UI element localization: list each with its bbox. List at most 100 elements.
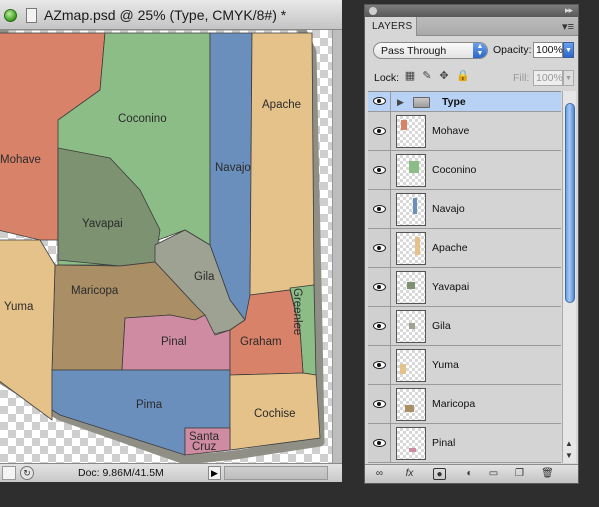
blend-mode-stepper-icon[interactable]: ▲ ▼ [473,43,487,58]
label-santa-cruz-line2: Cruz [192,441,217,453]
lock-all-icon[interactable]: 🔒 [456,70,470,82]
thumbnail-shape [407,282,415,289]
tab-layers[interactable]: LAYERS [365,17,417,36]
visibility-toggle[interactable] [368,424,391,462]
layer-thumbnail[interactable] [396,310,426,343]
layer-row-yavapai[interactable]: Yavapai [368,268,561,307]
document-canvas[interactable]: Mohave Coconino Navajo Apache Yavapai Gi… [0,30,342,463]
layer-row-coconino[interactable]: Coconino [368,151,561,190]
layer-thumbnail[interactable] [396,232,426,265]
panel-title-bar[interactable]: ▸▸ [365,5,578,17]
layer-name: Yuma [432,359,459,371]
scroll-up-icon[interactable]: ▲ [565,439,573,448]
opacity-dropdown-icon[interactable]: ▼ [563,42,574,58]
layer-row-gila[interactable]: Gila [368,307,561,346]
panel-tab-bar: LAYERS ▾≡ [365,17,578,36]
eye-icon [373,400,386,408]
eye-icon [373,322,386,330]
label-maricopa: Maricopa [71,285,119,297]
zoom-level-field[interactable] [2,466,16,480]
document-vertical-scrollbar[interactable] [332,30,342,463]
document-horizontal-scrollbar[interactable] [224,466,328,480]
visibility-toggle[interactable] [368,229,391,267]
blend-mode-value: Pass Through [381,45,447,57]
new-group-icon[interactable]: ▭ [487,468,500,480]
layer-row-maricopa[interactable]: Maricopa [368,385,561,424]
link-icon[interactable]: ∞ [373,468,386,480]
layer-thumbnail[interactable] [396,349,426,382]
layer-row-apache[interactable]: Apache [368,229,561,268]
label-yavapai: Yavapai [82,218,123,230]
visibility-toggle[interactable] [368,92,391,111]
blend-mode-select[interactable]: Pass Through ▲ ▼ [373,42,488,59]
fill-input[interactable]: 100% [533,70,563,86]
scrollbar-thumb[interactable] [565,103,575,303]
label-pima: Pima [136,399,163,411]
thumbnail-shape [401,120,407,130]
layer-name: Yavapai [432,281,470,293]
panel-collapse-icon[interactable]: ▸▸ [565,5,573,16]
layer-row-yuma[interactable]: Yuma [368,346,561,385]
lock-image-pixels-icon[interactable]: ✎ [421,70,433,82]
expand-triangle-icon[interactable]: ▶ [397,97,404,108]
layer-name: Maricopa [432,398,476,410]
layer-thumbnail[interactable] [396,193,426,226]
lock-position-icon[interactable]: ✥ [438,70,450,82]
status-info-icon[interactable]: ↻ [20,466,34,480]
document-status-bar: ↻ Doc: 9.86M/41.5M ▶ [0,463,342,482]
adjustment-icon[interactable]: ◐ [463,468,476,480]
eye-icon [373,166,386,174]
county-apache [249,32,315,296]
label-graham: Graham [240,336,282,348]
visibility-toggle[interactable] [368,346,391,384]
label-gila: Gila [194,271,215,283]
visibility-toggle[interactable] [368,385,391,423]
thumbnail-shape [413,198,417,214]
layer-row-mohave[interactable]: Mohave [368,112,561,151]
visibility-toggle[interactable] [368,112,391,150]
lock-transparent-pixels-icon[interactable]: ▦ [404,70,416,82]
eye-icon [373,361,386,369]
visibility-toggle[interactable] [368,307,391,345]
layer-thumbnail[interactable] [396,271,426,304]
eye-icon [373,205,386,213]
label-yuma: Yuma [4,301,34,313]
lock-label: Lock: [374,72,400,84]
panel-menu-icon[interactable]: ▾≡ [562,20,574,33]
layer-thumbnail[interactable] [396,427,426,460]
trash-icon[interactable]: 🗑 [541,468,554,480]
panel-close-icon[interactable] [369,7,377,15]
document-title: AZmap.psd @ 25% (Type, CMYK/8#) * [44,7,287,23]
eye-icon [373,244,386,252]
visibility-toggle[interactable] [368,151,391,189]
label-pinal: Pinal [161,336,187,348]
label-mohave: Mohave [0,154,41,166]
fx-icon[interactable]: fx [403,468,416,480]
visibility-toggle[interactable] [368,268,391,306]
layers-scrollbar[interactable]: ▲ ▼ [562,91,576,463]
layer-name: Gila [432,320,451,332]
layer-thumbnail[interactable] [396,388,426,421]
eye-icon [373,127,386,135]
new-layer-icon[interactable]: ❐ [513,468,526,480]
layers-list: ▶ Type Mohave Coconino Navajo Apache Yavapai… [368,91,561,463]
layer-row-pinal[interactable]: Pinal [368,424,561,463]
layer-thumbnail[interactable] [396,154,426,187]
fill-dropdown-icon[interactable]: ▼ [563,70,574,86]
visibility-toggle[interactable] [368,190,391,228]
layer-row-navajo[interactable]: Navajo [368,190,561,229]
scroll-down-icon[interactable]: ▼ [565,451,573,460]
layer-name: Mohave [432,125,470,137]
label-coconino: Coconino [118,113,167,125]
document-titlebar[interactable]: AZmap.psd @ 25% (Type, CMYK/8#) * [0,0,342,30]
layer-name: Coconino [432,164,477,176]
layer-thumbnail[interactable] [396,115,426,148]
thumbnail-shape [405,405,414,412]
arizona-map: Mohave Coconino Navajo Apache Yavapai Gi… [0,30,325,463]
zoom-window-button[interactable] [4,9,17,22]
layer-group-type[interactable]: ▶ Type [368,92,561,112]
layer-mask-icon[interactable]: ● [433,468,446,480]
status-menu-arrow-icon[interactable]: ▶ [208,466,221,480]
eye-icon [373,439,386,447]
opacity-input[interactable]: 100% [533,42,563,58]
